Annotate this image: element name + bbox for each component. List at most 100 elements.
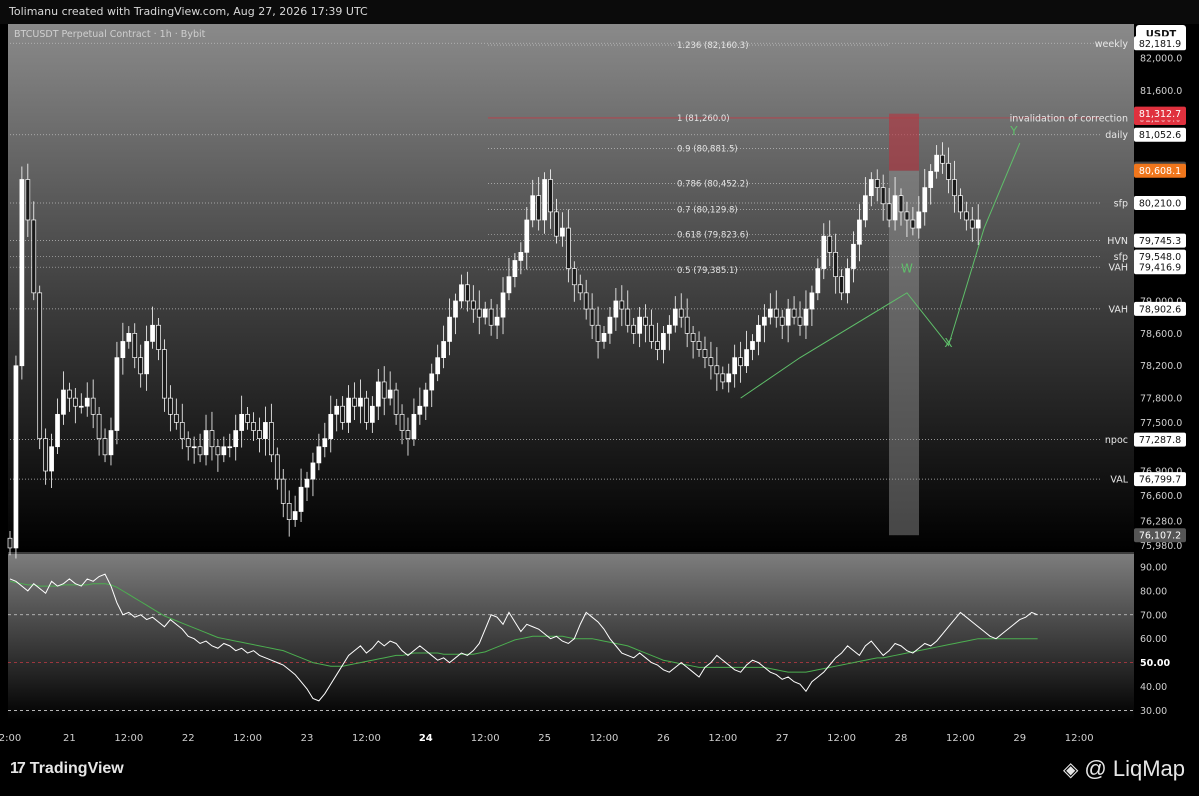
candle-body — [185, 438, 191, 448]
candle-body — [375, 381, 381, 407]
candle-body — [328, 413, 334, 439]
liqmap-brand-text: @ LiqMap — [1084, 756, 1185, 781]
candle-body — [803, 308, 809, 326]
candle-body — [857, 219, 862, 245]
candle-body — [726, 373, 732, 383]
candle-body — [179, 422, 185, 439]
candle-body — [750, 341, 755, 350]
candle-body — [144, 341, 149, 375]
candle-body — [625, 308, 631, 326]
price-level-tag-label: 78,902.6 — [1139, 304, 1181, 315]
candle-body — [566, 227, 571, 269]
candle-body — [708, 357, 714, 367]
candle-body — [892, 195, 898, 221]
price-level-label: sfp — [1114, 198, 1128, 209]
price-level-tag: 80,210.0 — [1134, 195, 1186, 210]
candle-body — [453, 300, 458, 318]
candle-body — [744, 349, 749, 367]
x-tick-label: 23 — [301, 733, 314, 744]
price-level-tag-label: 79,416.9 — [1139, 263, 1181, 274]
candle-body — [767, 308, 773, 318]
candle-body — [791, 308, 797, 318]
candle-body — [607, 316, 613, 334]
candle-body — [470, 300, 476, 310]
candle-body — [476, 308, 482, 318]
candle-body — [84, 397, 90, 407]
candle-body — [958, 195, 963, 213]
candle-body — [138, 357, 144, 375]
candle-body — [286, 503, 292, 520]
candle-body — [904, 211, 910, 221]
y-tick-label: 75,980.0 — [1140, 541, 1182, 552]
candle-body — [37, 292, 43, 439]
candle-body — [399, 413, 405, 431]
candle-body — [43, 438, 48, 472]
header-attribution: Tolimanu created with TradingView.com, A… — [0, 0, 1199, 24]
candle-body — [482, 308, 488, 318]
candle-body — [381, 381, 387, 399]
candle-body — [542, 179, 547, 221]
candle-body — [560, 227, 565, 237]
chart-title: BTCUSDT Perpetual Contract · 1h · Bybit — [14, 29, 206, 40]
price-level-label: HVN — [1107, 236, 1128, 247]
candle-body — [322, 438, 328, 448]
candle-body — [851, 243, 856, 269]
candle-body — [631, 324, 637, 334]
price-level-label: sfp — [1114, 252, 1128, 263]
candle-body — [922, 187, 928, 213]
candle-body — [90, 397, 96, 415]
x-tick-label: 12:00 — [114, 733, 143, 744]
candle-body — [334, 405, 340, 415]
candle-body — [661, 332, 666, 350]
candle-body — [756, 324, 761, 342]
candle-body — [868, 179, 874, 197]
candle-body — [55, 413, 60, 448]
x-tick-label: 12:00 — [233, 733, 262, 744]
candle-body — [672, 308, 678, 326]
candle-body — [280, 478, 286, 504]
candle-body — [298, 486, 304, 512]
rsi-y-tick-label: 50.00 — [1140, 658, 1170, 669]
wave-label: W — [901, 262, 913, 276]
candle-body — [114, 357, 120, 431]
candle-body — [934, 154, 939, 172]
rsi-y-tick-label: 90.00 — [1140, 562, 1167, 573]
candle-body — [197, 446, 203, 456]
price-level-tag: 79,416.9 — [1134, 260, 1186, 275]
candle-body — [702, 349, 708, 358]
candle-body — [554, 211, 559, 237]
y-tick-label: 77,500.0 — [1140, 418, 1182, 429]
candle-body — [221, 446, 227, 456]
candlestick-chart[interactable]: weekly invalidation of correction daily sfp… — [0, 0, 1199, 796]
candle-body — [494, 316, 500, 326]
candle-body — [833, 252, 839, 278]
x-tick-label: 25 — [538, 733, 551, 744]
candle-body — [168, 397, 173, 415]
price-level-tag: 76,799.7 — [1134, 472, 1186, 487]
tradingview-logo-text: TradingView — [29, 760, 124, 777]
candle-body — [96, 413, 102, 439]
candle-body — [666, 324, 672, 334]
candle-body — [637, 316, 642, 334]
fib-label: 0.618 (79,823.6) — [677, 230, 749, 240]
candle-body — [809, 292, 815, 310]
price-level-label: npoc — [1105, 435, 1128, 446]
price-pane-background — [8, 24, 1134, 552]
candle-body — [732, 357, 738, 375]
candle-body — [589, 308, 595, 326]
candle-body — [364, 397, 369, 423]
fib-label: 0.5 (79,385.1) — [677, 266, 738, 276]
candle-body — [577, 284, 583, 294]
candle-body — [886, 203, 892, 221]
candle-body — [7, 537, 13, 549]
candle-body — [393, 389, 399, 415]
fib-label: 1 (81,260.0) — [677, 114, 730, 124]
candle-body — [156, 324, 161, 350]
candle-body — [518, 252, 524, 261]
candle-body — [316, 446, 322, 464]
fib-label: 1.236 (82,160.3) — [677, 41, 749, 51]
price-level-tag: 78,902.6 — [1134, 301, 1186, 316]
candle-body — [203, 430, 209, 456]
candle-body — [209, 430, 215, 448]
x-tick-label: 2:00 — [0, 733, 21, 744]
